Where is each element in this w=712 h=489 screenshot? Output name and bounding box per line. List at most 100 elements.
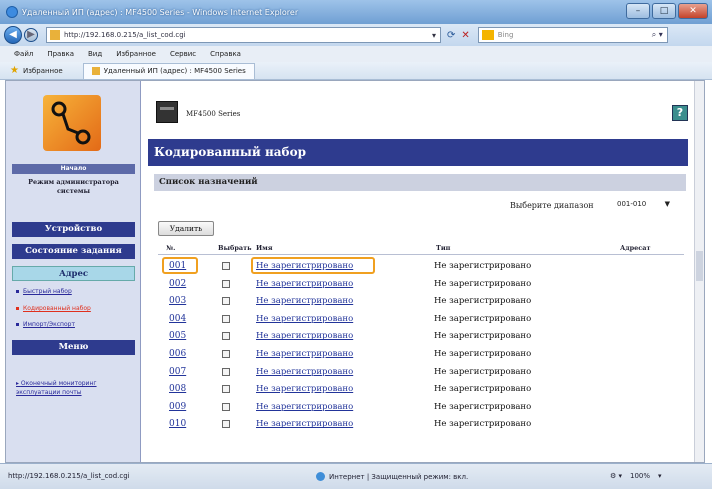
favorites-button[interactable]: Избранное (23, 67, 63, 75)
admin-mode-label: Режим администратора системы (28, 178, 119, 195)
address-row: ◀ ▶ http://192.168.0.215/a_list_cod.cgi … (0, 24, 712, 46)
header-divider (158, 254, 684, 255)
select-checkbox[interactable] (222, 297, 230, 306)
address-text: http://192.168.0.215/a_list_cod.cgi (64, 31, 186, 39)
entry-number-link[interactable]: 006 (169, 349, 186, 359)
entry-number-link[interactable]: 003 (169, 296, 186, 306)
favorites-star-icon[interactable]: ★ (10, 65, 19, 76)
table-row: 009 Не зарегистрировано Не зарегистрирован… (148, 400, 694, 417)
scrollbar-thumb[interactable] (696, 251, 703, 281)
col-header-address: Адресат (620, 244, 651, 252)
menu-button[interactable]: Меню (12, 340, 135, 355)
sidebar: Начало Режим администратора системы Устр… (6, 81, 141, 462)
stop-icon[interactable]: ✕ (461, 30, 469, 41)
favorites-bar: ★ Избранное Удаленный ИП (адрес) : MF450… (0, 62, 712, 80)
col-header-no: №. (166, 244, 176, 252)
table-row: 001 Не зарегистрировано Не зарегистрирован… (148, 259, 694, 276)
entry-number-link[interactable]: 005 (169, 331, 186, 341)
minimize-button[interactable]: – (626, 3, 650, 19)
entry-name-link[interactable]: Не зарегистрировано (256, 314, 353, 324)
bullet-icon (16, 307, 19, 310)
page-viewport: Начало Режим администратора системы Устр… (5, 80, 705, 463)
entry-name-link[interactable]: Не зарегистрировано (256, 402, 353, 412)
select-checkbox[interactable] (222, 314, 230, 323)
select-checkbox[interactable] (222, 332, 230, 341)
entry-name-link[interactable]: Не зарегистрировано (256, 296, 353, 306)
home-label[interactable]: Начало (12, 164, 135, 174)
menu-view[interactable]: Вид (88, 50, 102, 58)
entry-number-link[interactable]: 007 (169, 367, 186, 377)
job-status-button[interactable]: Состояние задания (12, 244, 135, 259)
entry-type: Не зарегистрировано (434, 331, 532, 342)
entry-name-link[interactable]: Не зарегистрировано (256, 331, 353, 341)
select-checkbox[interactable] (222, 385, 230, 394)
sidebar-link-label: Импорт/Экспорт (23, 321, 75, 328)
remote-monitoring-link[interactable]: ▸ Оконечный мониторинг эксплуатации почт… (16, 379, 134, 397)
page-title: Кодированный набор (148, 139, 688, 166)
address-bar[interactable]: http://192.168.0.215/a_list_cod.cgi ▾ (46, 27, 441, 43)
device-button[interactable]: Устройство (12, 222, 135, 237)
security-zone[interactable]: Интернет | Защищенный режим: вкл. (316, 472, 468, 481)
entry-name-link[interactable]: Не зарегистрировано (256, 367, 353, 377)
table-row: 006 Не зарегистрировано Не зарегистрирован… (148, 347, 694, 364)
highlight-frame-number (162, 257, 198, 274)
range-value: 001-010 (617, 200, 647, 208)
select-checkbox[interactable] (222, 350, 230, 358)
back-button[interactable]: ◀ (4, 26, 22, 44)
close-button[interactable]: ✕ (678, 3, 708, 19)
menu-favorites[interactable]: Избранное (116, 50, 156, 58)
menu-edit[interactable]: Правка (47, 50, 74, 58)
entry-type: Не зарегистрировано (434, 296, 532, 307)
status-url: http://192.168.0.215/a_list_cod.cgi (8, 472, 130, 480)
sidebar-link-coded-dial[interactable]: Кодированный набор (16, 305, 91, 312)
table-row: 005 Не зарегистрировано Не зарегистрирован… (148, 329, 694, 346)
device-name: MF4500 Series (186, 110, 241, 118)
sidebar-link-label: Быстрый набор (23, 288, 72, 295)
search-input[interactable]: Bing ⌕ ▾ (477, 27, 668, 43)
delete-button[interactable]: Удалить (158, 221, 214, 236)
tab-label: Удаленный ИП (адрес) : MF4500 Series (103, 67, 246, 75)
select-checkbox[interactable] (222, 262, 230, 270)
search-placeholder: Bing (497, 31, 514, 39)
settings-icon[interactable]: ⚙ ▾ (610, 472, 622, 480)
help-icon[interactable]: ? (672, 105, 688, 121)
dropdown-arrow-icon[interactable]: ▾ (432, 31, 436, 40)
table-row: 003 Не зарегистрировано Не зарегистрирован… (148, 294, 694, 311)
select-checkbox[interactable] (222, 402, 230, 411)
entry-number-link[interactable]: 009 (169, 402, 186, 412)
sidebar-link-speed-dial[interactable]: Быстрый набор (16, 288, 72, 295)
select-checkbox[interactable] (222, 420, 230, 429)
menu-tools[interactable]: Сервис (170, 50, 196, 58)
entry-number-link[interactable]: 008 (169, 384, 186, 394)
entry-name-link[interactable]: Не зарегистрировано (256, 279, 353, 289)
zoom-level[interactable]: 100% (630, 472, 650, 480)
col-header-type: Тип (436, 244, 451, 252)
chevron-down-icon: ▼ (664, 200, 670, 208)
remote-monitoring-label: Оконечный мониторинг эксплуатации почты (16, 380, 97, 396)
menu-file[interactable]: Файл (14, 50, 33, 58)
entry-number-link[interactable]: 010 (169, 419, 186, 429)
address-button[interactable]: Адрес (12, 266, 135, 281)
remote-ui-logo-icon[interactable] (43, 95, 101, 151)
bullet-icon (16, 323, 19, 326)
entry-number-link[interactable]: 002 (169, 279, 186, 289)
sidebar-link-import-export[interactable]: Импорт/Экспорт (16, 321, 75, 328)
entry-number-link[interactable]: 004 (169, 314, 186, 324)
entry-name-link[interactable]: Не зарегистрировано (256, 349, 353, 359)
entry-name-link[interactable]: Не зарегистрировано (256, 384, 353, 394)
select-checkbox[interactable] (222, 279, 230, 288)
search-icon[interactable]: ⌕ ▾ (652, 30, 667, 40)
table-row: 007 Не зарегистрировано Не зарегистрирован… (148, 365, 694, 382)
menu-help[interactable]: Справка (210, 50, 241, 58)
select-checkbox[interactable] (222, 367, 230, 376)
tab-favicon-icon (91, 67, 100, 75)
browser-tab[interactable]: Удаленный ИП (адрес) : MF4500 Series (82, 62, 255, 79)
page-scrollbar[interactable] (694, 81, 704, 462)
range-select[interactable]: 001-010 ▼ (614, 197, 674, 212)
entry-name-link[interactable]: Не зарегистрировано (256, 419, 353, 429)
refresh-icon[interactable]: ⟳ (447, 30, 455, 41)
zoom-dropdown-icon[interactable]: ▾ (658, 472, 662, 480)
maximize-button[interactable]: □ (652, 3, 676, 19)
forward-button[interactable]: ▶ (24, 28, 38, 42)
window-title: Удаленный ИП (адрес) : MF4500 Series - W… (22, 7, 299, 17)
